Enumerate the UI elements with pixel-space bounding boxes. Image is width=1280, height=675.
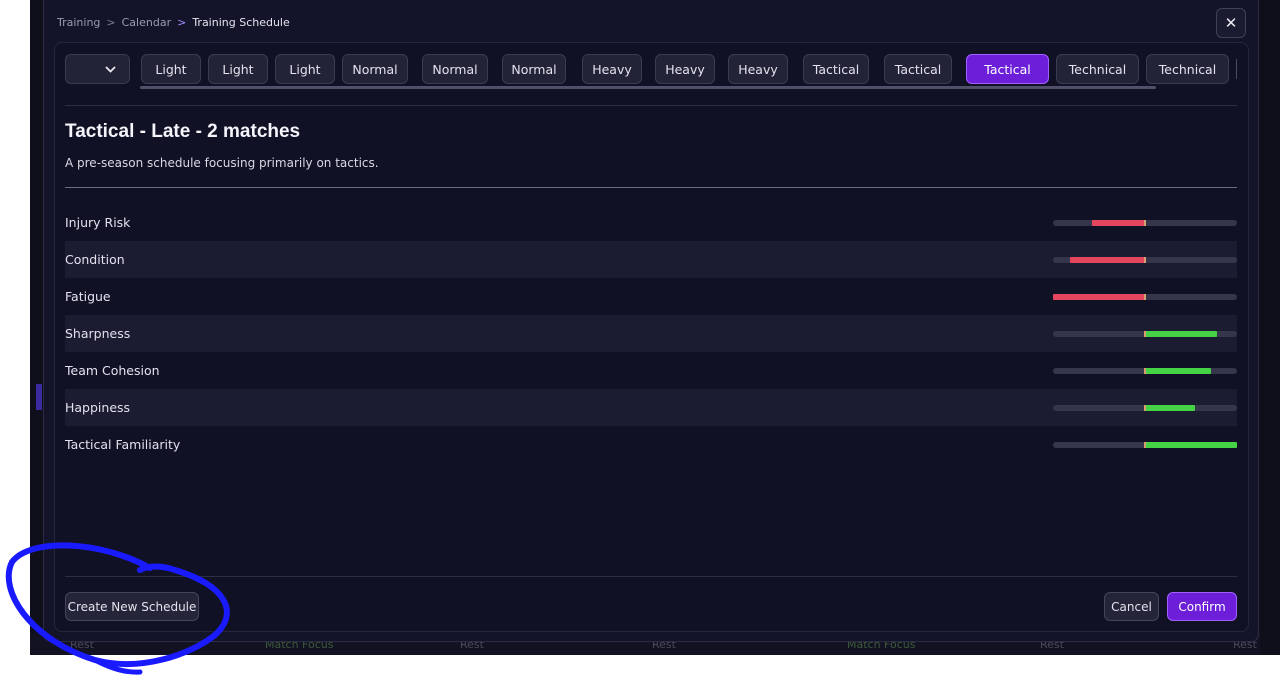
stat-bar-midpoint xyxy=(1144,256,1146,263)
stat-row: Sharpness xyxy=(65,315,1237,352)
chevron-right-icon: > xyxy=(177,16,187,29)
breadcrumb-current: Training Schedule xyxy=(192,16,290,29)
tab-technical[interactable]: Technical xyxy=(1056,54,1139,84)
schedule-description: A pre-season schedule focusing primarily… xyxy=(65,156,379,170)
cancel-button[interactable]: Cancel xyxy=(1104,592,1159,621)
stat-bar-track xyxy=(1053,293,1237,300)
stat-bar-fill-positive xyxy=(1145,404,1195,411)
stat-row: Fatigue xyxy=(65,278,1237,315)
stat-bar-midpoint xyxy=(1144,330,1146,337)
stat-label: Fatigue xyxy=(65,289,111,304)
tab-heavy[interactable]: Heavy xyxy=(655,54,715,84)
chevron-down-icon xyxy=(105,65,116,73)
stat-bar-midpoint xyxy=(1144,404,1146,411)
stat-bar-fill-positive xyxy=(1145,330,1217,337)
chevron-right-icon: > xyxy=(106,16,116,29)
tabs-scrollbar[interactable] xyxy=(140,86,1156,89)
divider xyxy=(65,187,1237,188)
stat-bar-fill-negative xyxy=(1070,256,1145,263)
tab-tactical[interactable]: Tactical xyxy=(884,54,952,84)
stat-row: Happiness xyxy=(65,389,1237,426)
tab-normal[interactable]: Normal xyxy=(422,54,488,84)
stat-row: Injury Risk xyxy=(65,204,1237,241)
breadcrumb-item-training[interactable]: Training xyxy=(57,16,100,29)
stat-bar-track xyxy=(1053,441,1237,448)
stat-bar-midpoint xyxy=(1144,441,1146,448)
stat-label: Sharpness xyxy=(65,326,131,341)
stat-bar-midpoint xyxy=(1144,293,1146,300)
breadcrumb-item-calendar[interactable]: Calendar xyxy=(122,16,171,29)
stat-label: Injury Risk xyxy=(65,215,131,230)
stat-bar-midpoint xyxy=(1144,219,1146,226)
tab-light[interactable]: Light xyxy=(275,54,335,84)
stat-row: Tactical Familiarity xyxy=(65,426,1237,463)
tab-tactical-selected[interactable]: Tactical xyxy=(966,54,1049,84)
background-accent xyxy=(36,384,42,410)
tab-light[interactable]: Light xyxy=(208,54,268,84)
stat-bar-fill-positive xyxy=(1145,441,1237,448)
stat-bar-track xyxy=(1053,219,1237,226)
divider xyxy=(65,576,1237,577)
schedule-title: Tactical - Late - 2 matches xyxy=(65,121,301,142)
tab-heavy[interactable]: Heavy xyxy=(582,54,642,84)
stat-bar-track xyxy=(1053,404,1237,411)
stat-bar-fill-positive xyxy=(1145,367,1211,374)
close-button[interactable]: ✕ xyxy=(1216,8,1246,38)
stat-bar-track xyxy=(1053,256,1237,263)
schedule-filter-dropdown[interactable] xyxy=(65,54,130,84)
tab-normal[interactable]: Normal xyxy=(502,54,566,84)
stat-bar-fill-negative xyxy=(1092,219,1145,226)
tab-normal[interactable]: Normal xyxy=(342,54,408,84)
create-new-schedule-button[interactable]: Create New Schedule xyxy=(65,592,199,621)
tab-heavy[interactable]: Heavy xyxy=(728,54,788,84)
stat-bar-track xyxy=(1053,330,1237,337)
stat-row: Team Cohesion xyxy=(65,352,1237,389)
confirm-button[interactable]: Confirm xyxy=(1167,592,1237,621)
stat-bar-track xyxy=(1053,367,1237,374)
divider xyxy=(65,105,1237,106)
stat-label: Tactical Familiarity xyxy=(65,437,181,452)
tab-technical[interactable]: Technical xyxy=(1146,54,1229,84)
breadcrumb: Training > Calendar > Training Schedule xyxy=(57,16,290,29)
close-icon: ✕ xyxy=(1224,14,1238,32)
stat-bar-midpoint xyxy=(1144,367,1146,374)
stat-row: Condition xyxy=(65,241,1237,278)
stat-label: Team Cohesion xyxy=(65,363,160,378)
tabs-divider xyxy=(1236,59,1237,79)
tab-tactical[interactable]: Tactical xyxy=(803,54,869,84)
stat-label: Happiness xyxy=(65,400,131,415)
stat-bar-fill-negative xyxy=(1053,293,1145,300)
stat-label: Condition xyxy=(65,252,125,267)
tab-light[interactable]: Light xyxy=(141,54,201,84)
